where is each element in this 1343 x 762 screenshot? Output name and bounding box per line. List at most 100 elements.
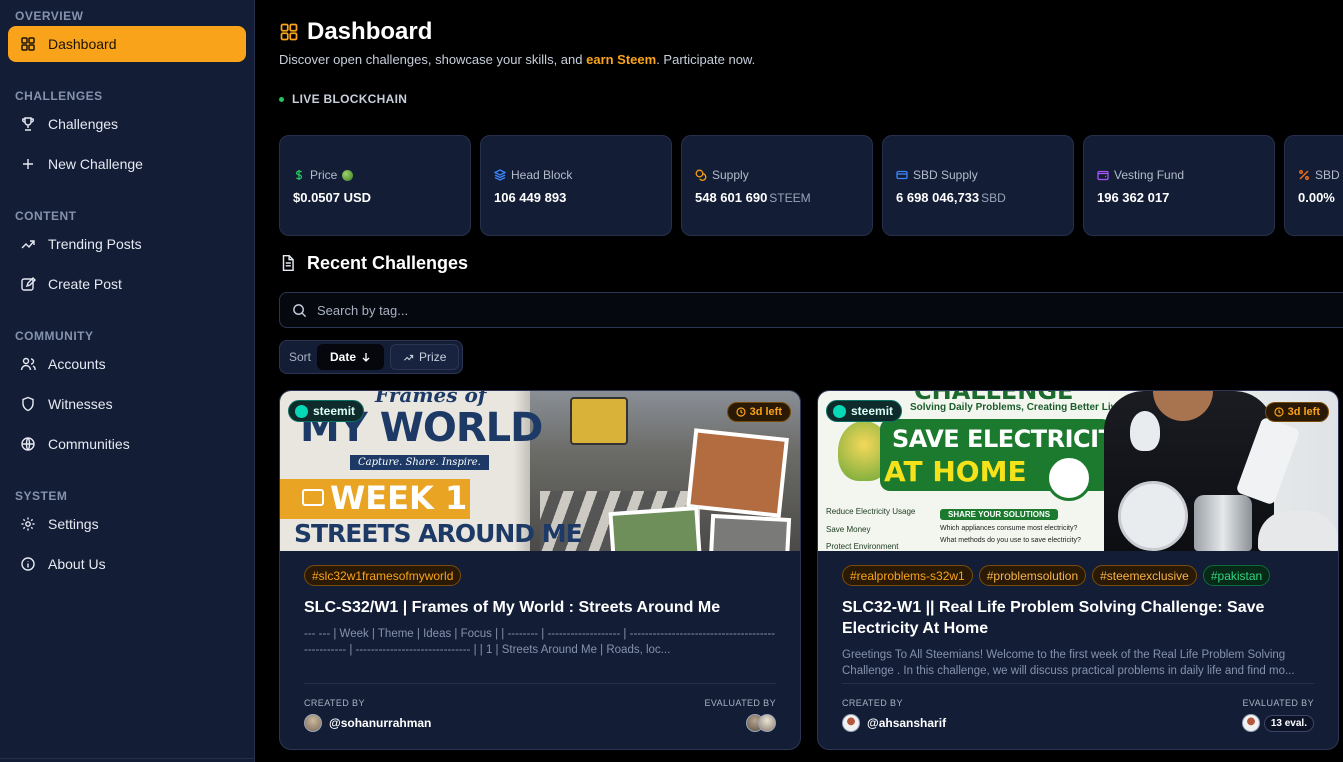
sort-date-button[interactable]: Date (317, 344, 385, 370)
stat-card-vesting-fund: Vesting Fund 196 362 017 (1083, 135, 1275, 236)
sidebar-item-label: Dashboard (48, 36, 117, 52)
stat-value: 0.00% (1298, 190, 1335, 205)
arrow-down-icon (362, 353, 370, 362)
image-home: AT HOME (884, 455, 1027, 488)
tag-chip[interactable]: #realproblems-s32w1 (842, 565, 973, 586)
avatar (758, 714, 776, 732)
sidebar: OVERVIEW Dashboard CHALLENGES Challenges… (0, 0, 255, 762)
globe-icon (21, 437, 35, 451)
tag-chip[interactable]: #pakistan (1202, 565, 1271, 586)
stat-card-supply: Supply 548 601 690 STEEM (681, 135, 873, 236)
time-left-label: 3d left (749, 406, 782, 418)
time-left-badge: 3d left (726, 402, 791, 422)
sidebar-item-new-challenge[interactable]: New Challenge (8, 146, 246, 182)
sidebar-footer-divider (0, 758, 254, 759)
tag-chip[interactable]: #problemsolution (978, 565, 1087, 586)
layers-icon (494, 169, 506, 181)
sort-date-label: Date (330, 350, 357, 364)
challenge-card[interactable]: CHALLENGE Solving Daily Problems, Creati… (817, 390, 1339, 750)
steemit-badge: steemit (288, 400, 365, 422)
image-bullet-3: Protect Environment (826, 542, 899, 551)
trophy-icon (22, 117, 34, 131)
sidebar-item-label: Witnesses (48, 396, 113, 412)
iron-appliance (1258, 511, 1338, 551)
globe-icon (342, 169, 354, 181)
challenge-title[interactable]: SLC32-W1 || Real Life Problem Solving Ch… (842, 597, 1314, 639)
stat-value: 196 362 017 (1097, 190, 1170, 205)
sidebar-item-about-us[interactable]: About Us (8, 546, 246, 582)
sidebar-item-label: About Us (48, 556, 106, 572)
sidebar-item-trending-posts[interactable]: Trending Posts (8, 226, 246, 262)
image-question-1: Which appliances consume most electricit… (940, 525, 1078, 532)
card-footer: CREATED BY @ahsansharif EVALUATED BY 13 … (842, 683, 1314, 732)
stat-label: Vesting Fund (1097, 168, 1262, 182)
search-input[interactable] (317, 302, 717, 318)
card-body: #slc32w1framesofmyworld SLC-S32/W1 | Fra… (280, 551, 800, 658)
stat-label: Price (293, 168, 458, 182)
sidebar-item-dashboard[interactable]: Dashboard (8, 26, 246, 62)
trending-icon (404, 354, 414, 361)
challenge-description: Greetings To All Steemians! Welcome to t… (842, 649, 1295, 677)
wallet-icon (1097, 170, 1109, 181)
photo-frame-1 (686, 428, 789, 518)
image-save: SAVE ELECTRICITY (892, 425, 1132, 453)
sidebar-item-witnesses[interactable]: Witnesses (8, 386, 246, 422)
tag-chip[interactable]: #steemexclusive (1092, 565, 1197, 586)
users-icon (20, 357, 36, 371)
sidebar-item-accounts[interactable]: Accounts (8, 346, 246, 382)
sidebar-item-label: Create Post (48, 276, 122, 292)
stat-value: 548 601 690 STEEM (695, 190, 860, 205)
info-icon (21, 557, 35, 571)
tag-list: #slc32w1framesofmyworld (304, 565, 776, 587)
coins-icon (695, 169, 707, 181)
challenge-card[interactable]: Frames of MY WORLD Capture. Share. Inspi… (279, 390, 801, 750)
tag-chip[interactable]: #slc32w1framesofmyworld (304, 565, 462, 586)
evaluated-by-label: EVALUATED BY (704, 698, 776, 708)
sidebar-item-challenges[interactable]: Challenges (8, 106, 246, 142)
main-content: Dashboard Discover open challenges, show… (255, 0, 1343, 762)
sidebar-item-create-post[interactable]: Create Post (8, 266, 246, 302)
recent-challenges-header: Recent Challenges (279, 252, 468, 274)
stat-unit: SBD (981, 191, 1006, 205)
sidebar-item-label: New Challenge (48, 156, 143, 172)
page-header: Dashboard (279, 18, 1343, 46)
sidebar-item-settings[interactable]: Settings (8, 506, 246, 542)
grid-icon (280, 23, 298, 41)
evaluator-avatars[interactable]: 13 eval. (1241, 714, 1314, 732)
evaluator-avatars[interactable] (705, 714, 776, 732)
image-share-banner: SHARE YOUR SOLUTIONS (940, 509, 1059, 520)
author[interactable]: @ahsansharif (842, 714, 946, 732)
section-title-community: COMMUNITY (15, 329, 94, 343)
live-blockchain-indicator: LIVE BLOCKCHAIN (279, 92, 1343, 106)
card-footer: CREATED BY @sohanurrahman EVALUATED BY (304, 683, 776, 732)
search-icon (293, 303, 307, 317)
photo-frame-3 (708, 513, 792, 551)
author-name: @ahsansharif (867, 716, 947, 730)
stat-value: 6 698 046,733 SBD (896, 190, 1061, 205)
created-by-label: CREATED BY (304, 698, 365, 708)
gear-icon (21, 517, 35, 531)
challenge-title[interactable]: SLC-S32/W1 | Frames of My World : Street… (304, 597, 776, 618)
sidebar-item-communities[interactable]: Communities (8, 426, 246, 462)
section-title-challenges: CHALLENGES (15, 89, 103, 103)
avatar (304, 714, 322, 732)
tag-list: #realproblems-s32w1 #problemsolution #st… (842, 565, 1314, 587)
card-body: #realproblems-s32w1 #problemsolution #st… (818, 551, 1338, 679)
app-root: OVERVIEW Dashboard CHALLENGES Challenges… (0, 0, 1343, 762)
challenge-image: Frames of MY WORLD Capture. Share. Inspi… (280, 391, 800, 551)
edit-icon (21, 277, 36, 291)
stat-card-head-block: Head Block 106 449 893 (480, 135, 672, 236)
steemit-label: steemit (851, 404, 894, 418)
author[interactable]: @sohanurrahman (304, 714, 431, 732)
subtitle-text-end: . Participate now. (656, 52, 756, 67)
image-bullet-2: Save Money (826, 525, 871, 534)
section-title-content: CONTENT (15, 209, 77, 223)
live-label: LIVE BLOCKCHAIN (292, 92, 408, 106)
tag-search-box[interactable] (279, 292, 1343, 328)
sort-prize-button[interactable]: Prize (390, 344, 460, 370)
stats-row: Price $0.0507 USD Head Block 106 449 893… (279, 135, 1343, 236)
subtitle-text: Discover open challenges, showcase your … (279, 52, 587, 67)
stat-label-text: Vesting Fund (1114, 168, 1185, 182)
author-name: @sohanurrahman (329, 716, 432, 730)
plus-icon (23, 159, 33, 169)
